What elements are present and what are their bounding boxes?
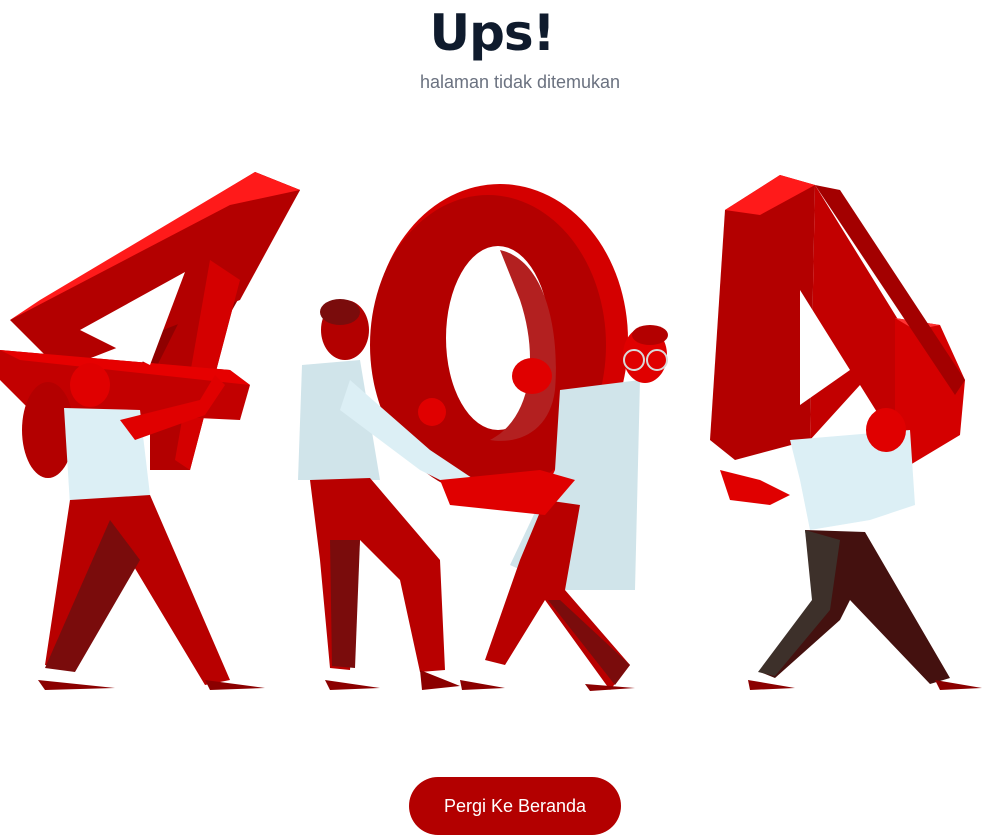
people-carrying-404-illustration xyxy=(0,172,982,691)
page-title: Ups! xyxy=(429,4,556,62)
page-subtitle: halaman tidak ditemukan xyxy=(419,72,621,92)
go-home-button[interactable]: Pergi Ke Beranda xyxy=(409,777,621,835)
digit-four-right xyxy=(710,175,965,465)
